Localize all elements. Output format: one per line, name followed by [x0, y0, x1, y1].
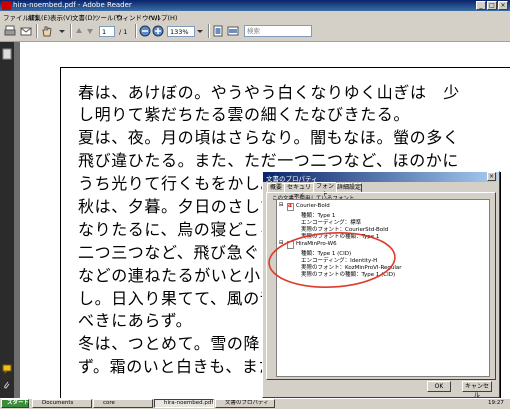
window-titlebar: hira-noembed.pdf - Adobe Reader _ □ ×: [0, 0, 510, 11]
taskbar-item[interactable]: Documents: [32, 399, 92, 408]
close-button[interactable]: ×: [498, 1, 508, 10]
comments-icon[interactable]: [2, 364, 12, 374]
maximize-button[interactable]: □: [487, 1, 497, 10]
text-line: うち光りて行くもをかし。: [78, 174, 278, 193]
menu-bar: ファイル(F) 編集(E) 表示(V) 文書(D) ツール(T) ウィンドウ(W…: [0, 11, 510, 22]
ok-button[interactable]: OK: [427, 381, 451, 392]
text-line: べきにあらず。: [78, 311, 193, 330]
zoom-in-icon[interactable]: [152, 25, 164, 37]
zoom-out-icon[interactable]: [139, 25, 151, 37]
text-line: 飛び違ひたる。また、ただ一つ二つなど、ほのかに: [78, 151, 460, 170]
text-line: なりたるに、烏の寝どころ: [78, 220, 277, 239]
text-line: ず。霜のいと白きも、また: [78, 357, 276, 376]
toolbar: 1 / 1 133% 検索: [0, 21, 510, 42]
text-line: 二つ三つなど、飛び急ぐさ: [78, 243, 277, 262]
fit-width-icon[interactable]: [227, 25, 239, 37]
navigation-panel: [0, 42, 14, 398]
fit-page-icon[interactable]: [212, 25, 224, 37]
zoom-field[interactable]: 133%: [167, 26, 195, 37]
hand-tool-icon[interactable]: [40, 25, 54, 37]
text-line: し明りて紫だちたる雲の細くたなびきたる。: [78, 105, 411, 124]
text-line: などの連ねたるがいと小さ: [78, 266, 278, 285]
email-icon[interactable]: [20, 25, 32, 37]
text-line: 夏は、夜。月の頃はさらなり。闇もなほ。螢の多く: [78, 128, 460, 147]
minimize-button[interactable]: _: [476, 1, 486, 10]
annotation-circle: [268, 232, 396, 288]
font-type1-icon: a: [287, 202, 294, 211]
cancel-button[interactable]: キャンセル: [462, 381, 492, 399]
next-page-icon[interactable]: [85, 25, 95, 37]
adobe-reader-icon: [2, 1, 11, 10]
text-line: 春は、あけぼの。やうやう白くなりゆく山ぎは 少: [78, 83, 460, 102]
zoom-dropdown-icon[interactable]: [196, 25, 204, 37]
dialog-title: 文書のプロパティ: [266, 175, 318, 183]
taskbar-item[interactable]: 文書のプロパティ: [215, 399, 275, 408]
attachment-icon[interactable]: [2, 380, 12, 390]
page-total: / 1: [119, 28, 128, 36]
text-line: 冬は、つとめて。雪の降り: [78, 334, 277, 353]
previous-page-icon[interactable]: [74, 25, 84, 37]
dialog-close-button[interactable]: ×: [487, 172, 496, 181]
page-number-field[interactable]: 1: [99, 26, 115, 37]
taskbar-clock: 19:27: [488, 400, 504, 406]
font-name: Courier-Bold: [296, 203, 330, 209]
taskbar-item[interactable]: hira-noembed.pdf -: [154, 399, 214, 408]
text-line: し。日入り果てて、風の音: [78, 289, 277, 308]
search-input[interactable]: 検索: [244, 25, 312, 37]
print-icon[interactable]: [4, 25, 16, 37]
pages-panel-icon[interactable]: [2, 48, 12, 60]
dropdown-arrow-icon[interactable]: [57, 25, 67, 37]
text-line: 秋は、夕暮。夕日のさして: [78, 197, 277, 216]
start-button[interactable]: スタート: [1, 399, 29, 408]
window-title: hira-noembed.pdf - Adobe Reader: [13, 1, 132, 9]
collapse-icon[interactable]: ⊟: [279, 202, 284, 208]
dialog-titlebar: 文書のプロパティ ×: [263, 172, 497, 183]
taskbar-item[interactable]: core: [93, 399, 153, 408]
